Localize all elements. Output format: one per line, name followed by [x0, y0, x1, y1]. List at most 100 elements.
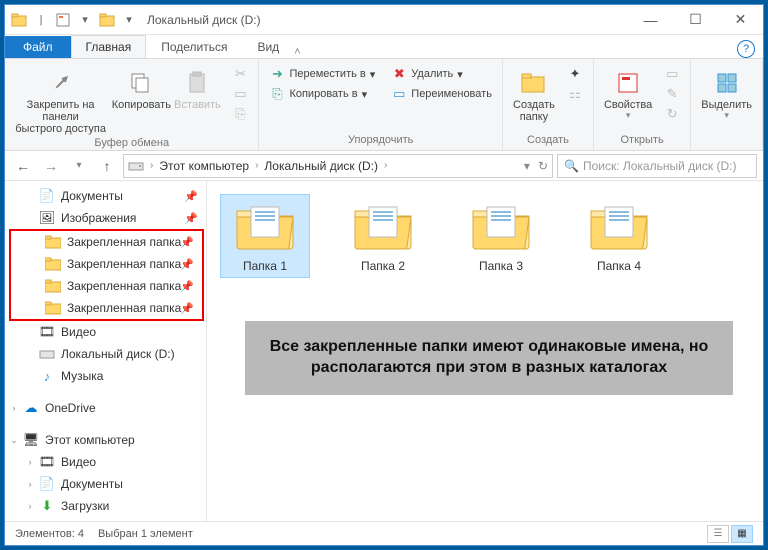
- status-selection: Выбран 1 элемент: [98, 528, 193, 540]
- folder-label: Папка 1: [243, 259, 287, 273]
- breadcrumb[interactable]: › Этот компьютер › Локальный диск (D:) ›…: [123, 154, 553, 178]
- tree-pinned-2[interactable]: Закрепленная папка📌: [11, 253, 202, 275]
- up-button[interactable]: ↑: [95, 154, 119, 178]
- tree-music[interactable]: ♪Музыка: [5, 365, 206, 387]
- cut-button[interactable]: ✂: [228, 65, 252, 83]
- copy-to-button[interactable]: ⎘Копировать в ▾: [265, 85, 379, 103]
- refresh-icon[interactable]: ↻: [538, 159, 548, 173]
- open-button[interactable]: ▭: [660, 65, 684, 83]
- video-icon: 🎞: [39, 324, 55, 340]
- folder-icon: [351, 201, 415, 253]
- tab-share[interactable]: Поделиться: [146, 35, 242, 58]
- group-open-label: Открыть: [600, 134, 684, 148]
- tree-pc-docs[interactable]: ›📄Документы: [5, 473, 206, 495]
- search-input[interactable]: 🔍 Поиск: Локальный диск (D:): [557, 154, 757, 178]
- docs-icon: 📄: [39, 476, 55, 492]
- search-icon: 🔍: [564, 159, 579, 173]
- folder-item[interactable]: Папка 2: [339, 195, 427, 277]
- tab-main[interactable]: Главная: [71, 35, 147, 58]
- link-icon: ⎘: [232, 106, 248, 122]
- view-toggle: ☰ ▦: [707, 525, 753, 543]
- copy-button[interactable]: Копировать: [112, 65, 170, 113]
- history-button[interactable]: ↻: [660, 105, 684, 123]
- tree-thispc[interactable]: ⌄🖥Этот компьютер: [5, 429, 206, 451]
- tree-pc-images[interactable]: ›🖼Изображения: [5, 517, 206, 521]
- breadcrumb-root[interactable]: Этот компьютер: [159, 159, 249, 173]
- breadcrumb-drive[interactable]: Локальный диск (D:): [264, 159, 378, 173]
- folder-item[interactable]: Папка 3: [457, 195, 545, 277]
- delete-button[interactable]: ✖Удалить ▾: [387, 65, 496, 83]
- help-icon[interactable]: ?: [737, 40, 755, 58]
- back-button[interactable]: ←: [11, 154, 35, 178]
- pin-icon: 📌: [180, 280, 194, 293]
- annotation-highlight: Закрепленная папка📌 Закрепленная папка📌 …: [9, 229, 204, 321]
- scissors-icon: ✂: [232, 66, 248, 82]
- minimize-button[interactable]: ―: [628, 5, 673, 34]
- download-icon: ⬇: [39, 498, 55, 514]
- paste-shortcut-button[interactable]: ⎘: [228, 105, 252, 123]
- pin-icon: 📌: [184, 190, 198, 203]
- move-to-button[interactable]: ➜Переместить в ▾: [265, 65, 379, 83]
- tree-documents[interactable]: 📄Документы📌: [5, 185, 206, 207]
- expand-icon[interactable]: ›: [25, 479, 35, 489]
- folder-item[interactable]: Папка 4: [575, 195, 663, 277]
- folder-item[interactable]: Папка 1: [221, 195, 309, 277]
- close-button[interactable]: ✕: [718, 5, 763, 34]
- paste-button[interactable]: Вставить: [172, 65, 222, 113]
- folder-icon: [11, 12, 27, 28]
- tree-video[interactable]: 🎞Видео: [5, 321, 206, 343]
- select-all-button[interactable]: Выделить ▾: [697, 65, 756, 123]
- pin-icon: 📌: [184, 212, 198, 225]
- expand-icon[interactable]: ›: [25, 501, 35, 511]
- paste-icon: [181, 67, 213, 99]
- folder-label: Папка 2: [361, 259, 405, 273]
- folder-icon: [45, 300, 61, 316]
- dropdown-icon[interactable]: ▾: [77, 12, 93, 28]
- expand-icon[interactable]: ›: [9, 403, 19, 413]
- properties-button[interactable]: Свойства ▾: [600, 65, 656, 123]
- tree-pc-downloads[interactable]: ›⬇Загрузки: [5, 495, 206, 517]
- dropdown-icon[interactable]: ▾: [524, 159, 530, 173]
- icons-view-button[interactable]: ▦: [731, 525, 753, 543]
- move-icon: ➜: [269, 66, 285, 82]
- forward-button[interactable]: →: [39, 154, 63, 178]
- expand-icon[interactable]: ›: [25, 457, 35, 467]
- details-view-button[interactable]: ☰: [707, 525, 729, 543]
- tree-pc-video[interactable]: ›🎞Видео: [5, 451, 206, 473]
- tree-pinned-4[interactable]: Закрепленная папка📌: [11, 297, 202, 319]
- status-bar: Элементов: 4 Выбран 1 элемент ☰ ▦: [5, 521, 763, 545]
- tab-view[interactable]: Вид: [242, 35, 294, 58]
- tab-file[interactable]: Файл: [5, 36, 71, 58]
- tree-images[interactable]: 🖼Изображения📌: [5, 207, 206, 229]
- new-folder-icon: [518, 67, 550, 99]
- collapse-icon[interactable]: ⌄: [9, 435, 19, 446]
- maximize-button[interactable]: ☐: [673, 5, 718, 34]
- ribbon-tabs: Файл Главная Поделиться Вид ˄ ?: [5, 35, 763, 59]
- easy-access-button[interactable]: ⚏: [563, 85, 587, 103]
- separator-icon: |: [33, 12, 49, 28]
- new-folder-button[interactable]: Создать папку: [509, 65, 559, 125]
- folder-small-icon: [99, 12, 115, 28]
- recent-button[interactable]: ▾: [67, 154, 91, 178]
- tree-pinned-1[interactable]: Закрепленная папка📌: [11, 231, 202, 253]
- qat-dropdown-icon[interactable]: ▾: [121, 12, 137, 28]
- tree-drive[interactable]: Локальный диск (D:): [5, 343, 206, 365]
- chevron-right-icon[interactable]: ›: [146, 160, 157, 171]
- new-item-button[interactable]: ✦: [563, 65, 587, 83]
- props-qat-icon[interactable]: [55, 12, 71, 28]
- chevron-right-icon[interactable]: ›: [251, 160, 262, 171]
- chevron-right-icon[interactable]: ›: [380, 160, 391, 171]
- rename-button[interactable]: ▭Переименовать: [387, 85, 496, 103]
- annotation-overlay: Все закрепленные папки имеют одинаковые …: [245, 321, 733, 395]
- pin-icon: 📌: [180, 302, 194, 315]
- copypath-button[interactable]: ▭: [228, 85, 252, 103]
- tree-onedrive[interactable]: ›☁OneDrive: [5, 397, 206, 419]
- ribbon-minimize-icon[interactable]: ˄: [294, 46, 300, 58]
- tree-pinned-3[interactable]: Закрепленная папка📌: [11, 275, 202, 297]
- pin-quickaccess-button[interactable]: Закрепить на панели быстрого доступа: [11, 65, 110, 137]
- folder-label: Папка 4: [597, 259, 641, 273]
- group-organize-label: Упорядочить: [265, 134, 495, 148]
- edit-button[interactable]: ✎: [660, 85, 684, 103]
- content-pane[interactable]: Папка 1 Папка 2 Папка 3 Папка 4 Все закрепл…: [207, 181, 763, 521]
- group-new-label: Создать: [509, 134, 587, 148]
